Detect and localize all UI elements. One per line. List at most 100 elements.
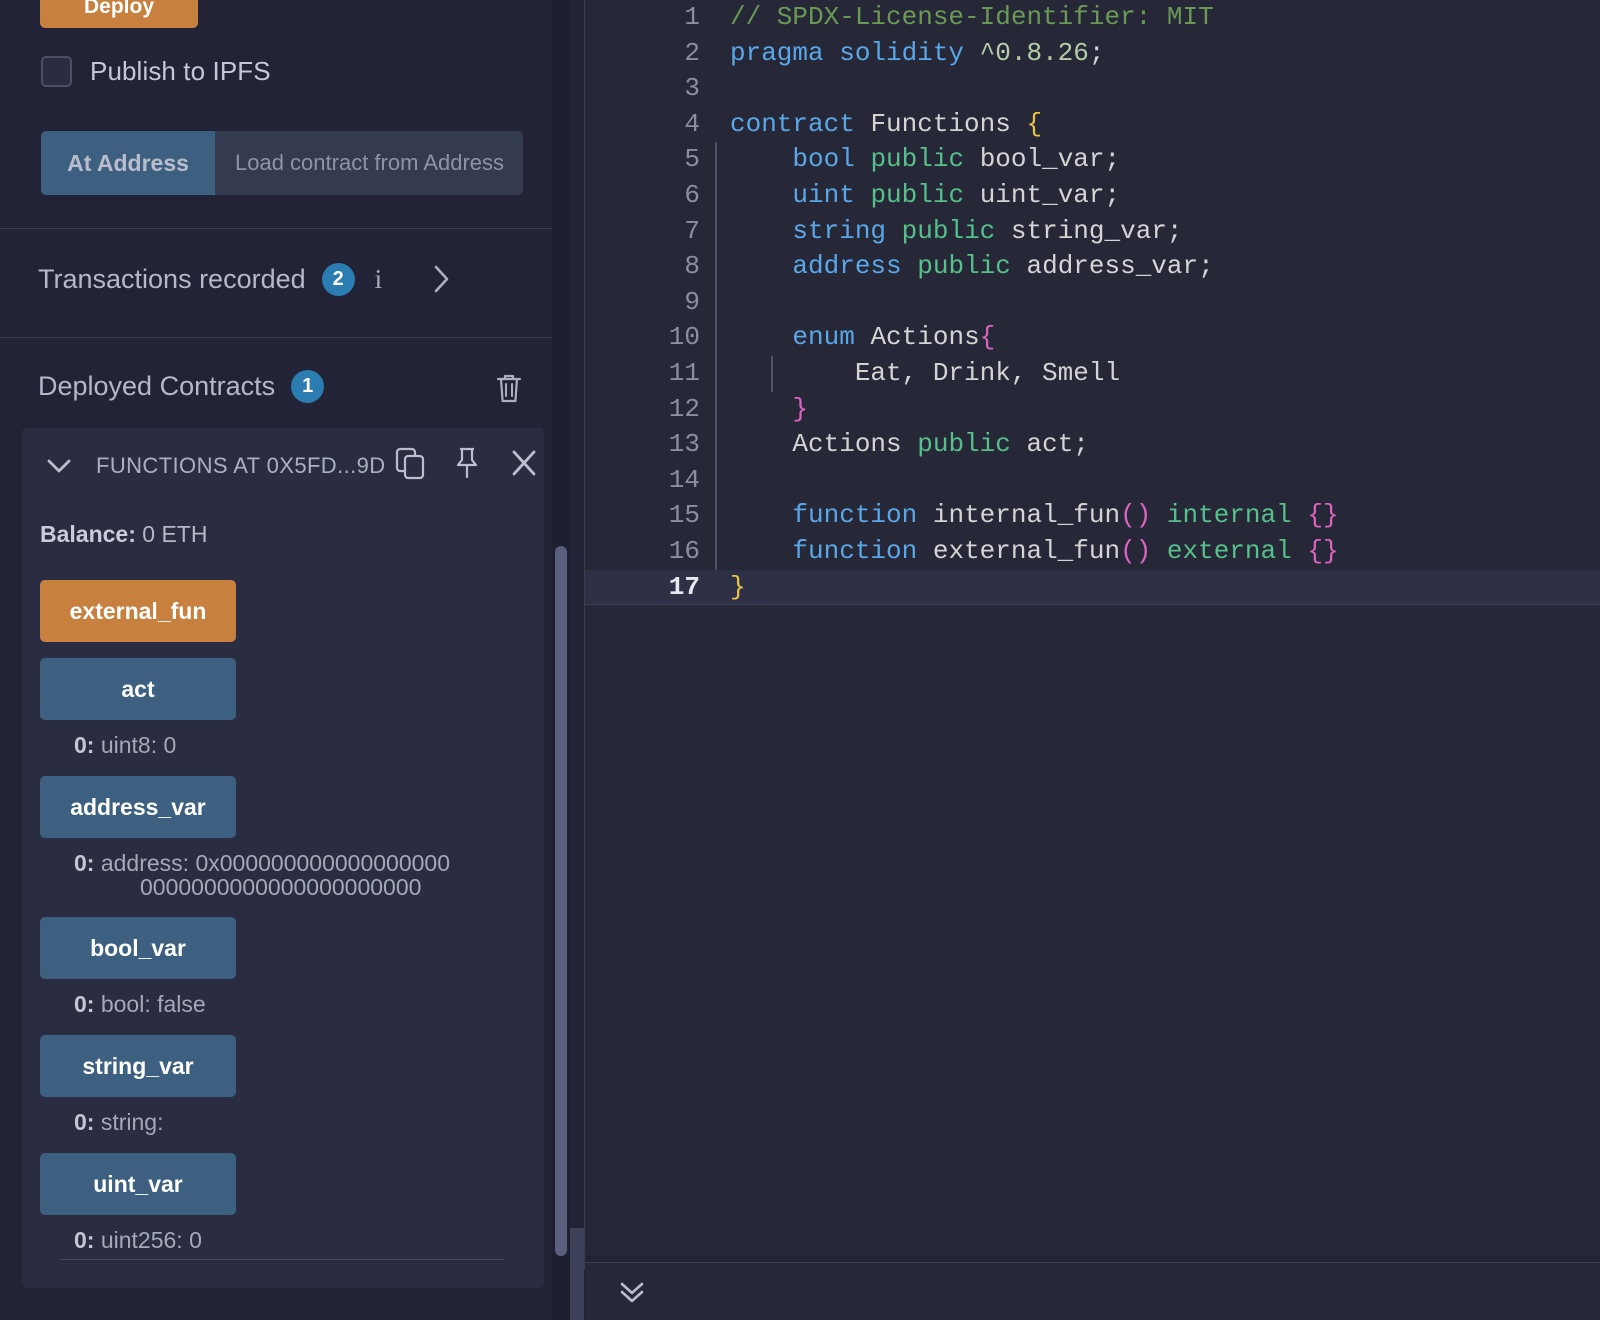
line-number: 17	[668, 571, 700, 602]
editor-scrollbar-thumb[interactable]	[570, 1228, 584, 1320]
line-number: 10	[668, 322, 700, 353]
indent-guide	[715, 142, 717, 178]
trash-icon[interactable]	[494, 372, 524, 411]
line-number: 6	[684, 180, 700, 210]
line-number: 15	[668, 500, 700, 531]
transactions-recorded-label: Transactions recorded	[38, 263, 306, 294]
publish-to-ipfs-checkbox[interactable]	[41, 56, 72, 87]
code-line: 2 pragma solidity ^0.8.26;	[585, 36, 1600, 72]
code-line: 1 // SPDX-License-Identifier: MIT	[585, 0, 1600, 36]
return-text-act: uint8: 0	[100, 732, 177, 758]
line-number: 1	[684, 2, 700, 32]
at-address-group: At Address	[41, 131, 523, 195]
return-text-uint-var: uint256: 0	[100, 1227, 202, 1253]
code-line-active: 17 }	[585, 569, 1600, 606]
balance-label: Balance:	[40, 521, 136, 547]
at-address-input[interactable]	[215, 131, 523, 195]
indent-guide	[715, 391, 717, 428]
code-line: 15 function internal_fun() internal {}	[585, 498, 1600, 534]
line-number: 3	[684, 73, 700, 104]
line-text: pragma solidity ^0.8.26;	[730, 37, 1105, 68]
code-line: 12 }	[585, 391, 1600, 428]
publish-to-ipfs-row[interactable]: Publish to IPFS	[41, 56, 271, 87]
indent-guide	[715, 462, 717, 499]
indent-guide	[715, 249, 717, 285]
deployed-contracts-header: Deployed Contracts 1	[38, 370, 325, 403]
return-text-address-var: address: 0x000000000000000000	[100, 850, 450, 876]
code-line: 3	[585, 71, 1600, 107]
code-line: 11 Eat, Drink, Smell	[585, 356, 1600, 392]
line-text: function external_fun() external {}	[792, 536, 1339, 566]
deploy-and-run-sidebar: Deploy Publish to IPFS At Address Transa…	[0, 0, 570, 1320]
transactions-recorded-badge: 2	[321, 262, 355, 296]
close-icon[interactable]	[508, 446, 540, 480]
indent-guide	[715, 178, 717, 214]
terminal-panel	[585, 1262, 1600, 1320]
line-number: 12	[668, 393, 700, 424]
line-number: 4	[684, 108, 700, 139]
line-number: 9	[684, 286, 700, 317]
remix-ide-window: Deploy Publish to IPFS At Address Transa…	[0, 0, 1600, 1320]
deployed-contracts-label: Deployed Contracts	[38, 371, 276, 401]
deployed-contract-card: FUNCTIONS AT 0X5FD...9D Balance: 0 ETH e…	[22, 428, 544, 1288]
indent-guide	[715, 320, 717, 356]
contract-card-header[interactable]: FUNCTIONS AT 0X5FD...9D	[22, 428, 544, 504]
return-index-uint-var: 0:	[74, 1227, 95, 1253]
function-button-string-var[interactable]: string_var	[40, 1035, 236, 1097]
return-value-address-var: 0: address: 0x000000000000000000 0000000…	[74, 851, 514, 899]
line-text: uint public uint_var;	[792, 180, 1121, 210]
line-number: 16	[668, 536, 700, 566]
function-button-bool-var[interactable]: bool_var	[40, 917, 236, 979]
line-number: 11	[668, 358, 700, 388]
return-text-string-var: string:	[100, 1109, 164, 1135]
line-number: 2	[684, 37, 700, 68]
contract-header-actions	[394, 446, 540, 480]
code-line: 6 uint public uint_var;	[585, 178, 1600, 214]
code-line: 13 Actions public act;	[585, 427, 1600, 463]
deploy-button[interactable]: Deploy	[40, 0, 198, 28]
code-line: 7 string public string_var;	[585, 213, 1600, 250]
balance-value: 0 ETH	[142, 521, 208, 547]
code-line: 9	[585, 284, 1600, 321]
line-number: 14	[668, 464, 700, 495]
indent-guide	[715, 284, 717, 321]
sidebar-scrollbar-thumb[interactable]	[555, 546, 567, 1256]
code-editor-pane: 1 // SPDX-License-Identifier: MIT 2 prag…	[570, 0, 1600, 1320]
line-number: 5	[684, 144, 700, 175]
function-button-address-var[interactable]: address_var	[40, 776, 236, 838]
code-line: 5 bool public bool_var;	[585, 142, 1600, 178]
return-index-address-var: 0:	[74, 850, 95, 876]
sidebar-scrollbar-track[interactable]	[552, 0, 570, 1320]
line-text: // SPDX-License-Identifier: MIT	[730, 2, 1214, 32]
return-value-uint-var: 0: uint256: 0	[74, 1228, 202, 1252]
function-button-act[interactable]: act	[40, 658, 236, 720]
indent-guide	[715, 213, 717, 250]
code-line: 8 address public address_var;	[585, 249, 1600, 285]
chevron-down-icon[interactable]	[44, 455, 74, 477]
line-text: contract Functions {	[730, 108, 1043, 139]
return-value-string-var: 0: string:	[74, 1110, 163, 1134]
function-button-external-fun[interactable]: external_fun	[40, 580, 236, 642]
section-divider-bottom	[0, 337, 570, 338]
info-icon[interactable]: i	[375, 264, 383, 295]
at-address-button[interactable]: At Address	[41, 131, 215, 195]
chevron-double-down-icon[interactable]	[617, 1279, 647, 1305]
code-lines[interactable]: 1 // SPDX-License-Identifier: MIT 2 prag…	[585, 0, 1600, 1255]
function-button-uint-var[interactable]: uint_var	[40, 1153, 236, 1215]
line-text: function internal_fun() internal {}	[792, 500, 1339, 531]
line-text: Eat, Drink, Smell	[730, 358, 1121, 388]
contract-balance: Balance: 0 ETH	[40, 521, 207, 548]
line-number: 7	[684, 215, 700, 246]
transactions-recorded-row[interactable]: Transactions recorded 2 i	[38, 262, 454, 296]
copy-icon[interactable]	[394, 446, 426, 480]
code-line: 10 enum Actions{	[585, 320, 1600, 356]
indent-guide	[715, 498, 717, 534]
return-value-bool-var: 0: bool: false	[74, 992, 206, 1016]
chevron-right-icon[interactable]	[430, 262, 454, 296]
line-text: }	[730, 571, 746, 602]
line-text: address public address_var;	[792, 251, 1214, 282]
return-text-bool-var: bool: false	[100, 991, 206, 1017]
return-index-act: 0:	[74, 732, 95, 758]
pin-icon[interactable]	[452, 446, 482, 480]
deployed-contracts-badge: 1	[291, 370, 325, 403]
